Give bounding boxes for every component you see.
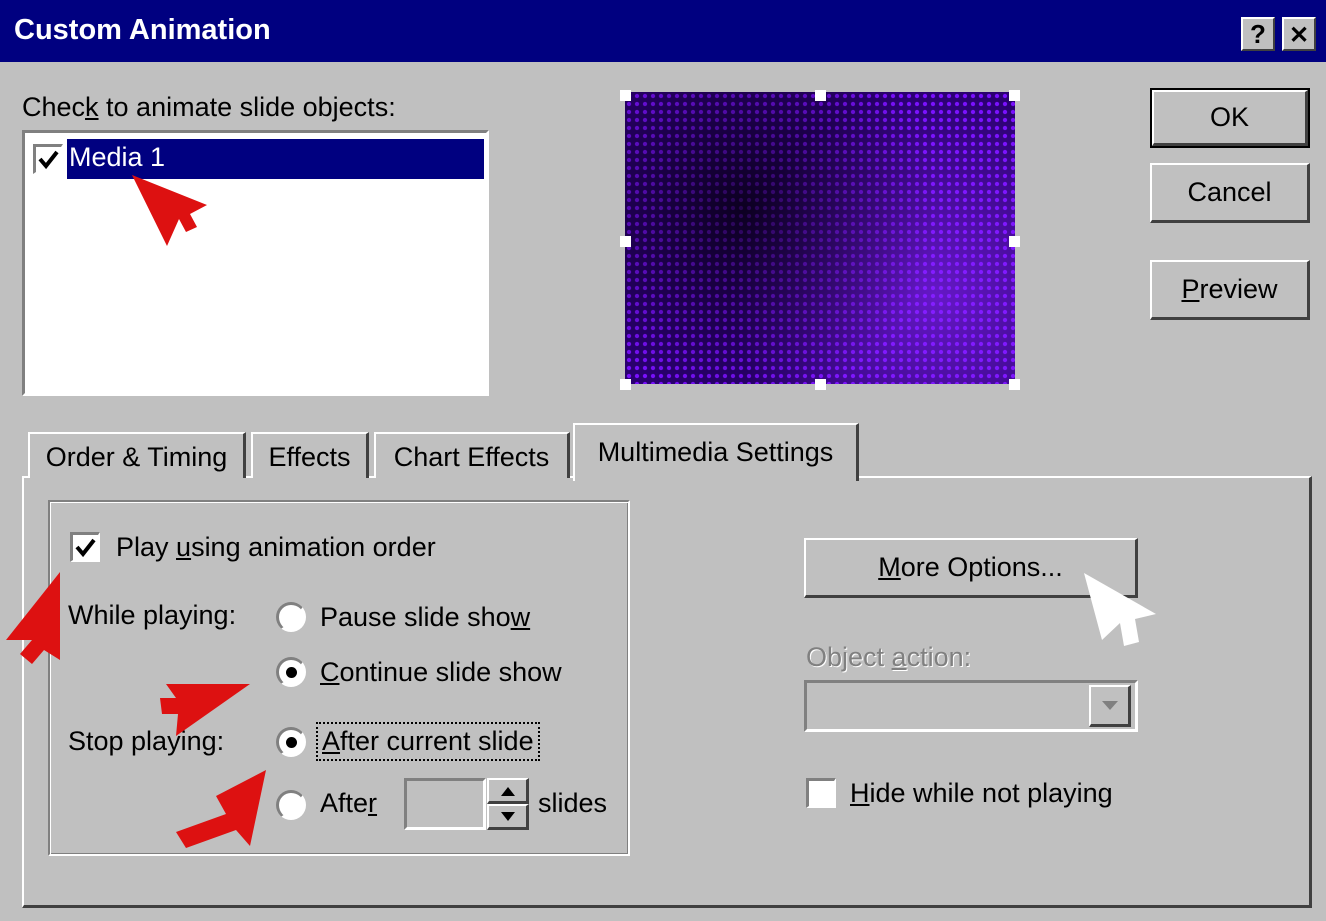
arrow-pointer-icon bbox=[176, 770, 266, 848]
arrow-pointer-icon bbox=[160, 684, 250, 736]
arrow-pointer-icon bbox=[132, 175, 207, 246]
annotation-overlay bbox=[6, 175, 1156, 848]
arrow-pointer-icon bbox=[1084, 573, 1156, 646]
arrow-pointer-icon bbox=[6, 572, 60, 664]
